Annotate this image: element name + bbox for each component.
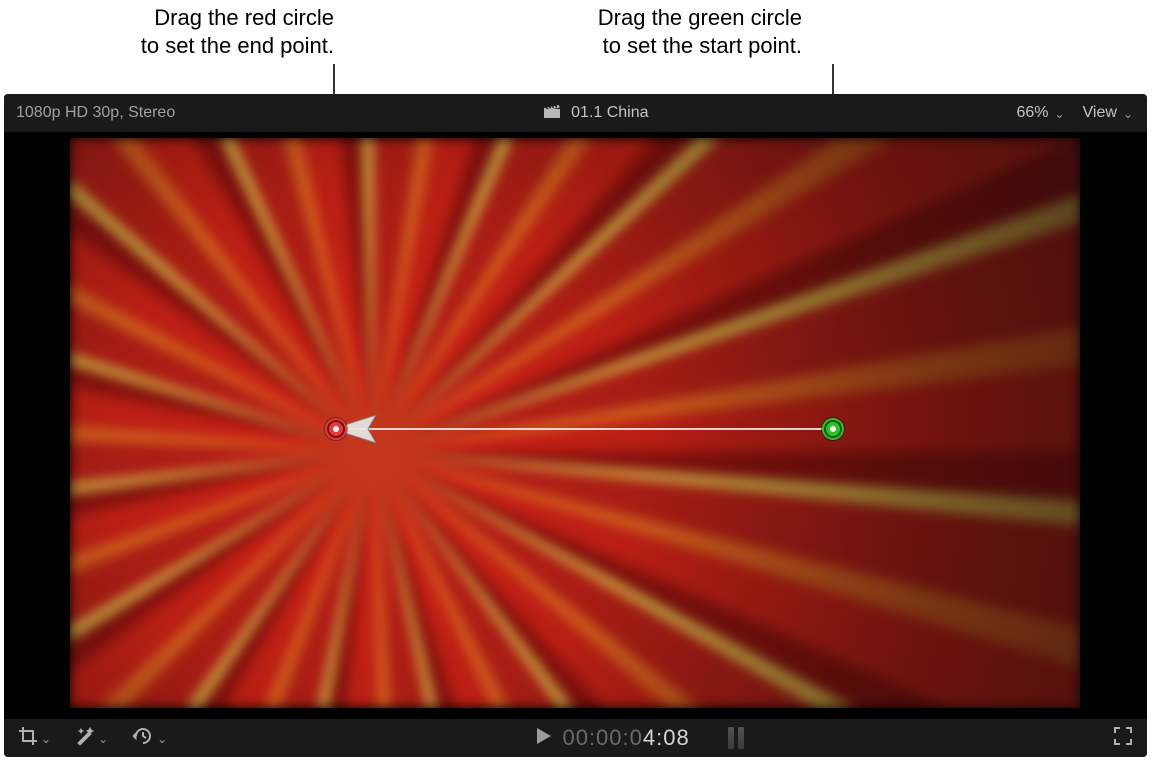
callout-start-point: Drag the green circle to set the start p… bbox=[522, 4, 802, 60]
wand-icon bbox=[75, 726, 95, 751]
crop-tool-menu[interactable]: ⌄ bbox=[18, 726, 51, 751]
view-label: View bbox=[1083, 104, 1117, 122]
retime-icon bbox=[132, 726, 154, 751]
format-info: 1080p HD 30p, Stereo bbox=[4, 104, 175, 122]
chevron-down-icon: ⌄ bbox=[41, 732, 51, 746]
chevron-down-icon: ⌄ bbox=[1054, 107, 1064, 121]
zoom-value: 66% bbox=[1016, 104, 1048, 122]
chevron-down-icon: ⌄ bbox=[157, 732, 167, 746]
crop-icon bbox=[18, 726, 38, 751]
callout-end-point: Drag the red circle to set the end point… bbox=[54, 4, 334, 60]
chevron-down-icon: ⌄ bbox=[98, 732, 108, 746]
viewer-frame[interactable] bbox=[70, 138, 1080, 708]
clip-title: 01.1 China bbox=[571, 104, 648, 122]
fullscreen-button[interactable] bbox=[1113, 733, 1133, 750]
clapper-icon bbox=[543, 103, 561, 124]
enhance-tool-menu[interactable]: ⌄ bbox=[75, 726, 108, 751]
audio-meter bbox=[728, 727, 744, 749]
end-point-handle[interactable] bbox=[325, 418, 347, 440]
timecode-inactive: 00:00:0 bbox=[562, 725, 642, 751]
viewer-bottom-bar: ⌄ ⌄ ⌄ bbox=[4, 719, 1147, 757]
play-button[interactable] bbox=[536, 727, 552, 750]
viewer-window: 1080p HD 30p, Stereo 01.1 China 66% ⌄ Vi… bbox=[4, 94, 1147, 757]
retime-tool-menu[interactable]: ⌄ bbox=[132, 726, 167, 751]
view-menu[interactable]: View ⌄ bbox=[1083, 104, 1133, 122]
viewer-canvas-area bbox=[4, 132, 1147, 757]
timecode-display[interactable]: 00:00:04:08 bbox=[562, 725, 689, 751]
timecode-active: 4:08 bbox=[643, 725, 690, 751]
viewer-top-bar: 1080p HD 30p, Stereo 01.1 China 66% ⌄ Vi… bbox=[4, 94, 1147, 132]
zoom-menu[interactable]: 66% ⌄ bbox=[1016, 104, 1064, 122]
start-point-handle[interactable] bbox=[822, 418, 844, 440]
chevron-down-icon: ⌄ bbox=[1123, 107, 1133, 121]
